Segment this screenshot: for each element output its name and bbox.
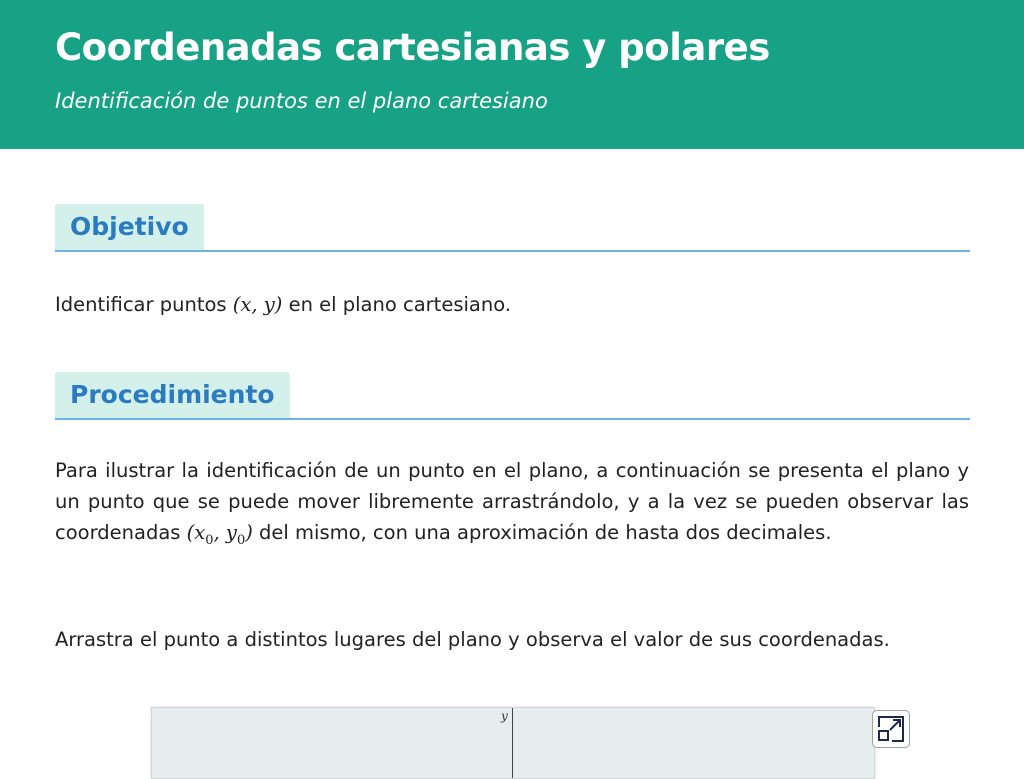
math-xy: (x, y) xyxy=(232,293,283,316)
cartesian-plane-applet[interactable]: y xyxy=(151,707,875,779)
procedimiento-paragraph-2: Arrastra el punto a distintos lugares de… xyxy=(55,628,890,651)
page-subtitle: Identificación de puntos en el plano car… xyxy=(55,89,548,113)
procedimiento-paragraph-1: Para ilustrar la identificación de un pu… xyxy=(55,455,969,556)
para1-text-end: del mismo, con una aproximación de hasta… xyxy=(252,521,832,544)
math-close-paren: ) xyxy=(245,521,253,544)
section-heading-objetivo: Objetivo xyxy=(55,204,970,252)
section-title-procedimiento: Procedimiento xyxy=(55,372,290,418)
objetivo-text-start: Identificar puntos xyxy=(55,293,233,316)
fullscreen-button[interactable] xyxy=(872,710,910,748)
expand-icon xyxy=(878,716,904,742)
math-x: x xyxy=(194,521,206,544)
math-x-subscript: 0 xyxy=(205,532,214,548)
objetivo-text: Identificar puntos (x, y) en el plano ca… xyxy=(55,289,969,320)
page-title: Coordenadas cartesianas y polares xyxy=(55,26,770,69)
math-x0y0: (x0, y0) xyxy=(187,521,253,548)
y-axis-label: y xyxy=(501,709,508,723)
section-title-objetivo: Objetivo xyxy=(55,204,204,250)
math-y-subscript: 0 xyxy=(236,532,246,548)
page-header: Coordenadas cartesianas y polares Identi… xyxy=(0,0,1024,149)
math-separator: , xyxy=(213,521,226,544)
section-heading-procedimiento: Procedimiento xyxy=(55,372,970,420)
math-y: y xyxy=(225,521,237,544)
objetivo-text-end: en el plano cartesiano. xyxy=(282,293,511,316)
